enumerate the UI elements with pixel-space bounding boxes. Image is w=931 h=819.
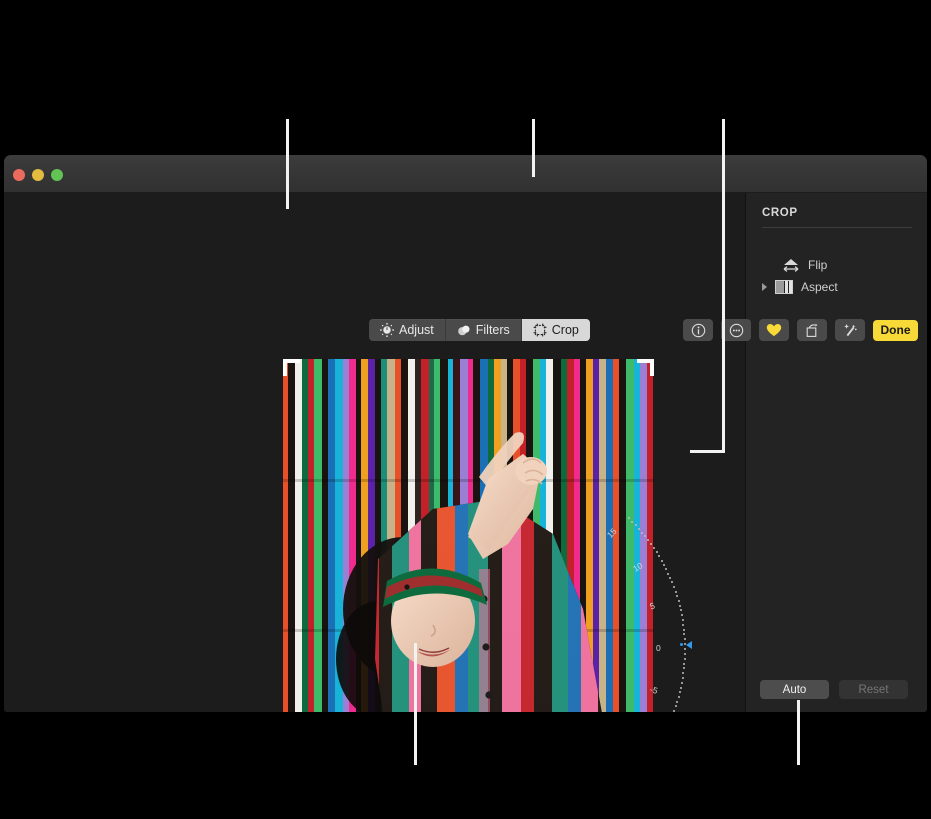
dial-tick xyxy=(671,581,673,583)
dial-tick xyxy=(661,560,663,562)
rotation-dial-zero-dot xyxy=(680,643,683,646)
dial-tick xyxy=(676,595,678,597)
dial-tick xyxy=(673,586,675,588)
dial-tick xyxy=(682,677,684,679)
inspector-row-flip-label: Flip xyxy=(808,258,827,272)
dial-tick xyxy=(683,629,685,631)
photo-editor-window: 151050-5-10-15 CROP Flip xyxy=(4,155,927,712)
crop-frame-icon xyxy=(533,323,547,337)
dial-tick xyxy=(656,551,658,553)
comment-button[interactable] xyxy=(721,319,751,341)
photo-image xyxy=(283,359,654,712)
auto-button[interactable]: Auto xyxy=(760,680,829,699)
rotate-icon xyxy=(805,323,820,338)
photo-subject xyxy=(283,359,654,712)
dial-tick xyxy=(684,653,686,655)
dial-label: 5 xyxy=(649,600,656,611)
dial-tick xyxy=(683,633,685,635)
dial-tick xyxy=(658,555,660,557)
inspector-title: CROP xyxy=(762,207,798,219)
info-button[interactable] xyxy=(683,319,713,341)
editor-canvas: 151050-5-10-15 xyxy=(4,193,745,712)
rotation-dial[interactable]: 151050-5-10-15 xyxy=(654,553,704,712)
photo-callout xyxy=(414,643,417,765)
maximize-window-button[interactable] xyxy=(51,169,63,181)
dial-tick xyxy=(678,696,680,698)
comment-circle-icon xyxy=(729,323,744,338)
dial-tick xyxy=(682,619,684,621)
inspector-row-flip[interactable]: Flip xyxy=(782,255,827,275)
dial-tick xyxy=(681,614,683,616)
dial-tick xyxy=(679,605,681,607)
crop-button-callout xyxy=(532,119,535,177)
dial-tick xyxy=(684,658,686,660)
enhance-button[interactable] xyxy=(835,319,865,341)
dial-tick xyxy=(675,591,677,593)
heart-icon xyxy=(766,323,782,337)
inspector-row-aspect[interactable]: Aspect xyxy=(762,277,838,297)
toolbar-right-group: Done xyxy=(683,319,918,341)
dial-tick xyxy=(653,547,655,549)
minimize-window-button[interactable] xyxy=(32,169,44,181)
dial-tick xyxy=(678,600,680,602)
tab-adjust[interactable]: Adjust xyxy=(369,319,446,341)
dial-tick xyxy=(675,705,677,707)
magic-wand-icon xyxy=(843,323,858,338)
dial-tick xyxy=(679,691,681,693)
tab-crop-label: Crop xyxy=(552,323,579,337)
inspector-row-aspect-label: Aspect xyxy=(801,280,838,294)
chevron-right-icon[interactable] xyxy=(762,283,767,291)
done-button[interactable]: Done xyxy=(873,320,918,341)
dial-tick xyxy=(682,624,684,626)
rotation-dial-callout-arm xyxy=(690,450,725,453)
dial-tick xyxy=(676,701,678,703)
filters-drop-icon xyxy=(457,323,471,337)
inspector-actions: Auto Reset xyxy=(760,680,908,699)
dial-tick xyxy=(669,577,671,579)
flip-horizontal-icon xyxy=(782,257,800,273)
rotation-dial-callout-stem xyxy=(722,119,725,453)
inspector-divider xyxy=(762,227,912,228)
window-titlebar xyxy=(4,155,927,193)
rotate-button[interactable] xyxy=(797,319,827,341)
tab-filters[interactable]: Filters xyxy=(446,319,522,341)
tab-filters-label: Filters xyxy=(476,323,510,337)
tab-adjust-label: Adjust xyxy=(399,323,434,337)
dial-tick xyxy=(680,687,682,689)
tab-crop[interactable]: Crop xyxy=(522,319,590,341)
rotation-dial-pointer[interactable] xyxy=(686,641,692,649)
dial-tick xyxy=(638,528,640,530)
dial-label: -5 xyxy=(649,684,659,696)
edit-mode-segmented-control: Adjust Filters Crop xyxy=(369,319,590,341)
favorite-button[interactable] xyxy=(759,319,789,341)
info-circle-icon xyxy=(691,323,706,338)
dial-tick xyxy=(681,682,683,684)
photo-preview[interactable] xyxy=(283,359,654,712)
dial-tick xyxy=(665,568,667,570)
dial-tick xyxy=(663,564,665,566)
dial-tick xyxy=(683,667,685,669)
aspect-ratio-icon xyxy=(775,280,793,294)
crop-inspector-panel: CROP Flip xyxy=(745,193,927,712)
dial-tick xyxy=(680,609,682,611)
auto-button-callout xyxy=(797,700,800,765)
dial-tick xyxy=(684,638,686,640)
dial-tick xyxy=(683,663,685,665)
dial-tick xyxy=(673,710,675,712)
dial-label: 0 xyxy=(656,643,661,653)
reset-button[interactable]: Reset xyxy=(839,680,908,699)
close-window-button[interactable] xyxy=(13,169,25,181)
dial-tick xyxy=(667,573,669,575)
dial-tick xyxy=(682,672,684,674)
adjust-dial-icon xyxy=(380,323,394,337)
crop-corner-callout xyxy=(286,119,289,209)
